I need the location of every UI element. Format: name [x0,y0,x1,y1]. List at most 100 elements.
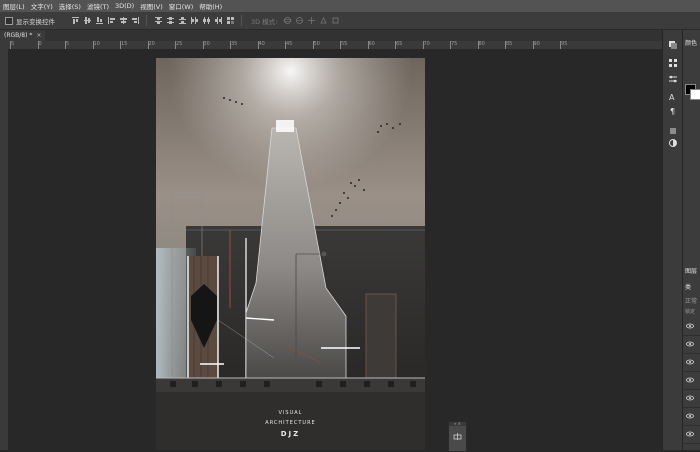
properties-panel-icon[interactable] [668,126,678,136]
document-tab[interactable]: (RGB/8) * × [0,30,46,41]
floating-panel-header[interactable]: « × [449,422,466,426]
options-bar: 显示变换控件 3D 模式: [0,12,700,30]
layer-row[interactable] [683,390,700,408]
title-line-visual: VISUAL [278,410,303,416]
visibility-eye-icon[interactable] [686,413,694,419]
vertical-ruler[interactable] [0,49,8,450]
ruler-tick-label: 30 [203,41,210,47]
layer-row[interactable] [683,318,700,336]
visibility-eye-icon[interactable] [686,377,694,383]
ruler-tick [450,41,451,49]
background-color-swatch[interactable] [690,89,700,100]
ruler-tick [92,41,94,49]
ruler-tick [505,41,506,49]
distribute-bottom-icon[interactable] [178,16,187,25]
distribute-left-icon[interactable] [190,16,199,25]
layers-panel-title[interactable]: 图层 [685,266,697,275]
close-tab-icon[interactable]: × [36,32,41,39]
layer-row[interactable] [683,354,700,372]
distribute-hcenter-icon[interactable] [202,16,211,25]
timeline-icon[interactable] [453,432,462,441]
right-panel: 颜色 图层 类 正常 锁定 [682,30,700,450]
menu-help[interactable]: 帮助(H) [196,1,225,11]
ruler-tick [230,41,231,49]
svg-text:¶: ¶ [670,107,675,116]
ruler-tick [147,41,149,49]
menu-select[interactable]: 选择(S) [56,1,84,11]
align-hcenter-icon[interactable] [119,16,128,25]
document-tab-bar: (RGB/8) * × [0,30,662,41]
align-left-icon[interactable] [107,16,116,25]
align-right-icon[interactable] [131,16,140,25]
ruler-tick [395,41,396,49]
visibility-eye-icon[interactable] [686,395,694,401]
layers-filter-label[interactable]: 类 [685,282,691,291]
svg-text:A: A [669,93,675,102]
ruler-tick [367,41,369,49]
ruler-tick [257,41,259,49]
visibility-eye-icon[interactable] [686,431,694,437]
slide-3d-icon[interactable] [319,16,328,25]
ruler-tick-label: 70 [423,41,430,47]
ruler-tick [285,41,286,49]
paragraph-panel-icon[interactable]: ¶ [668,106,678,116]
menu-view[interactable]: 视图(V) [137,1,166,11]
ruler-tick-label: 40 [258,41,265,47]
panel-icon-strip: A ¶ [662,30,683,450]
title-line-architecture: ARCHITECTURE [265,420,316,426]
visibility-eye-icon[interactable] [686,341,694,347]
distribute-vcenter-icon[interactable] [166,16,175,25]
ruler-tick-label: 35 [231,41,238,47]
layer-row[interactable] [683,336,700,354]
document-canvas[interactable]: VISUAL ARCHITECTURE DJZ [156,58,425,450]
roll-3d-icon[interactable] [295,16,304,25]
ruler-tick [312,41,314,49]
ruler-tick [37,41,39,49]
floating-panel[interactable]: « × [448,421,467,452]
layer-row[interactable] [683,372,700,390]
menu-3d[interactable]: 3D(D) [112,2,137,10]
ruler-tick-label: 55 [341,41,348,47]
align-vcenter-icon[interactable] [83,16,92,25]
menu-filter[interactable]: 滤镜(T) [84,1,112,11]
ruler-tick-label: 60 [368,41,375,47]
show-transform-checkbox[interactable] [5,16,13,25]
layers-lock-label: 锁定 [685,309,696,315]
ruler-tick [340,41,341,49]
ruler-tick-label: 95 [561,41,568,47]
ruler-tick [477,41,479,49]
distribute-top-icon[interactable] [154,16,163,25]
ruler-tick-label: 90 [533,41,540,47]
auto-align-icon[interactable] [226,16,235,25]
color-panel-icon[interactable] [668,40,678,50]
swatches-panel-icon[interactable] [668,58,678,68]
ruler-tick [10,41,11,49]
layer-row[interactable] [683,426,700,444]
menu-layer[interactable]: 图层(L) [0,1,28,11]
styles-panel-icon[interactable] [668,138,678,148]
menu-type[interactable]: 文字(Y) [28,1,56,11]
ruler-tick-label: 75 [451,41,458,47]
color-panel-title[interactable]: 颜色 [685,38,697,47]
orbit-3d-icon[interactable] [283,16,292,25]
align-top-icon[interactable] [71,16,80,25]
visibility-eye-icon[interactable] [686,359,694,365]
ruler-tick-label: 0 [38,41,42,47]
scale-3d-icon[interactable] [331,16,340,25]
ruler-tick-label: 80 [478,41,485,47]
distribute-right-icon[interactable] [214,16,223,25]
character-panel-icon[interactable]: A [668,92,678,102]
ruler-tick-label: 85 [506,41,513,47]
pan-3d-icon[interactable] [307,16,316,25]
ruler-tick-label: 25 [176,41,183,47]
ruler-tick [65,41,66,49]
align-bottom-icon[interactable] [95,16,104,25]
visibility-eye-icon[interactable] [686,323,694,329]
ruler-tick-label: 10 [93,41,100,47]
ruler-tick [202,41,204,49]
adjustments-panel-icon[interactable] [668,74,678,84]
ruler-tick-label: 65 [396,41,403,47]
layers-blend-mode[interactable]: 正常 [685,296,697,305]
layer-row[interactable] [683,408,700,426]
menu-window[interactable]: 窗口(W) [166,1,197,11]
